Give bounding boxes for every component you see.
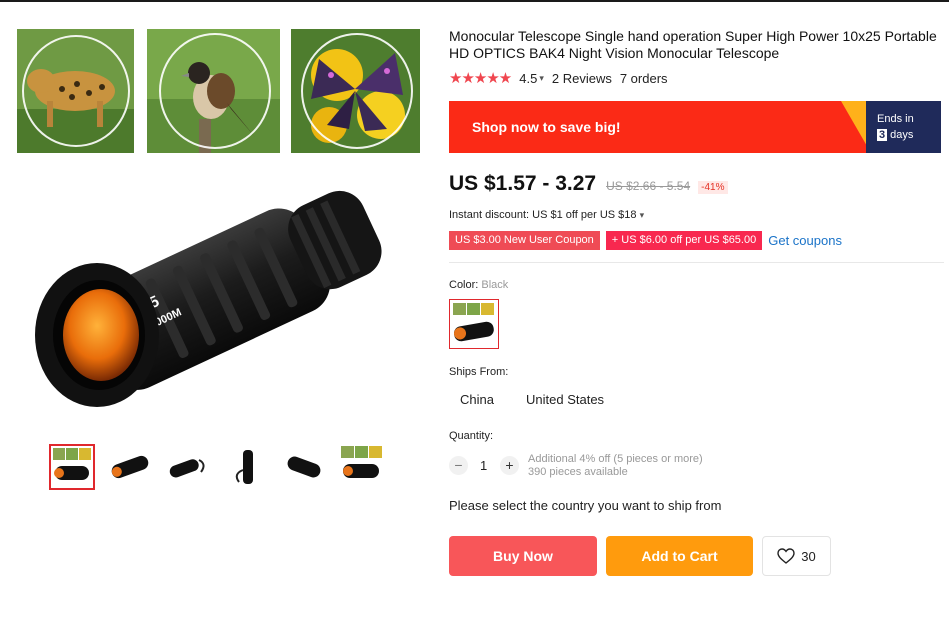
thumbnail-3[interactable] [165,444,211,490]
get-coupons-link[interactable]: Get coupons [768,233,842,248]
current-price: US $1.57 - 3.27 [449,172,597,195]
thumbnail-image [287,456,321,478]
chevron-down-icon: ▾ [639,210,645,220]
original-price: US $2.66 - 5.54 [606,179,691,193]
color-label: Color: Black [449,279,508,291]
thumbnail-image [111,455,149,479]
rating-row: ★★★★★ 4.5 ▾ 2 Reviews 7 orders [449,70,668,87]
ends-number: 3 [877,129,888,141]
orders-count: 7 orders [619,70,668,86]
store-coupon[interactable]: + US $6.00 off per US $65.00 [605,231,763,250]
leopard-image[interactable] [17,29,134,153]
quantity-decrease-button[interactable]: − [449,456,468,475]
thumbnail-image [341,446,382,478]
top-border [0,0,949,2]
price-row: US $1.57 - 3.27 US $2.66 - 5.54 -41% [449,172,728,196]
new-user-coupon[interactable]: US $3.00 New User Coupon [449,231,600,250]
lens-ring [159,33,271,149]
instant-discount[interactable]: Instant discount: US $1 off per US $18 ▾ [449,209,644,221]
coupon-row: US $3.00 New User Coupon + US $6.00 off … [449,231,842,250]
lens-ring [22,35,130,147]
color-value: Black [481,279,509,291]
add-to-cart-label: Add to Cart [641,548,718,564]
thumbnail-5[interactable] [281,444,327,490]
product-title: Monocular Telescope Single hand operatio… [449,28,937,61]
thumbnail-image [169,459,205,478]
bird-image[interactable] [147,29,280,153]
select-country-message: Please select the country you want to sh… [449,498,722,513]
thumbnail-image [235,450,253,484]
ships-from-china[interactable]: China [460,392,494,407]
quantity-value[interactable]: 1 [480,458,487,473]
swatch-image [453,303,494,342]
rating-value[interactable]: 4.5 [519,71,537,86]
monocular-illustration: 10x25 101M/1000M [35,190,382,407]
butterfly-image[interactable] [291,29,420,153]
quantity-increase-button[interactable]: + [500,456,519,475]
discount-badge: -41% [698,181,728,194]
instant-discount-text: Instant discount: US $1 off per US $18 [449,209,637,221]
ends-in-days: 3 days [877,129,913,141]
thumbnail-4[interactable] [223,444,269,490]
color-label-text: Color: [449,279,482,291]
bulk-discount-text: Additional 4% off (5 pieces or more) [528,453,703,465]
main-product-image[interactable]: 10x25 101M/1000M [17,160,422,430]
reviews-link[interactable]: 2 Reviews [552,71,612,86]
wishlist-count: 30 [801,548,816,564]
rating-stars-icon: ★★★★★ [449,70,512,87]
promo-banner[interactable]: Shop now to save big! Ends in 3 days [449,101,941,153]
heart-icon [777,548,795,564]
buy-now-button[interactable]: Buy Now [449,536,597,576]
quantity-label: Quantity: [449,430,494,442]
stock-available-text: 390 pieces available [528,466,628,478]
lens-ring [301,33,413,149]
ends-in-label: Ends in [877,113,914,125]
divider [449,262,944,263]
quantity-info: Additional 4% off (5 pieces or more) 390… [528,453,703,479]
color-swatch-black[interactable] [449,299,499,349]
thumbnail-image [53,448,91,480]
chevron-down-icon[interactable]: ▾ [539,73,544,84]
thumbnail-1[interactable] [49,444,95,490]
countdown-box: Ends in 3 days [866,101,941,153]
ships-from-label: Ships From: [449,366,509,378]
thumbnail-2[interactable] [107,444,153,490]
banner-text: Shop now to save big! [472,119,621,135]
buy-now-label: Buy Now [493,548,553,564]
wishlist-button[interactable]: 30 [762,536,831,576]
ships-from-united-states[interactable]: United States [526,392,604,407]
add-to-cart-button[interactable]: Add to Cart [606,536,753,576]
thumbnail-6[interactable] [339,444,385,490]
ends-unit: days [890,129,914,141]
